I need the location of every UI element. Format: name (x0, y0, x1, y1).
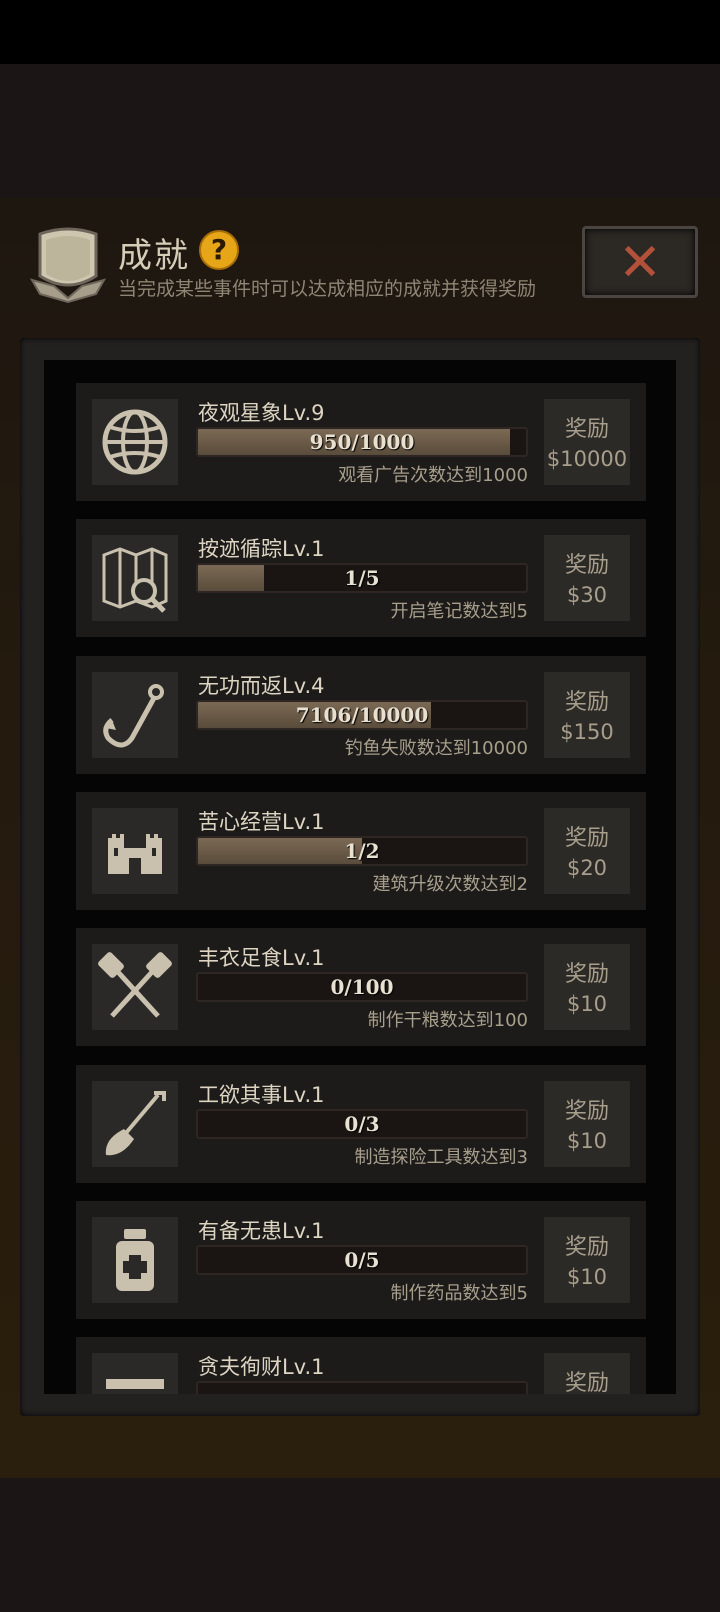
reward-button[interactable]: 奖励 $10000 (544, 399, 630, 485)
reward-value: $10 (566, 1265, 608, 1289)
crossed-spatulas-icon (92, 944, 178, 1030)
achievement-name: 夜观星象Lv.9 (198, 401, 325, 425)
dim-overlay-top (0, 64, 720, 198)
reward-label: 奖励 (564, 553, 609, 578)
reward-button[interactable]: 奖励 $30 (544, 535, 630, 621)
achievement-name: 苦心经营Lv.1 (198, 810, 325, 834)
progress-text: 0/3 (344, 1112, 380, 1136)
progress-bar: 0/100 (196, 972, 528, 1002)
achievements-panel: 成就 ? 当完成某些事件时可以达成相应的成就并获得奖励 ✕ 夜观星象Lv.9 9… (0, 198, 720, 1478)
reward-value: $150 (560, 720, 614, 744)
reward-label: 奖励 (564, 690, 609, 715)
progress-bar: 1/5 (196, 563, 528, 593)
achievement-description: 观看广告次数达到1000 (338, 465, 528, 486)
achievement-card: 按迹循踪Lv.1 1/5 开启笔记数达到5 奖励 $30 (76, 519, 646, 637)
progress-text: 950/1000 (309, 430, 415, 454)
status-bar (0, 0, 720, 64)
achievement-card: 丰衣足食Lv.1 0/100 制作干粮数达到100 奖励 $10 (76, 928, 646, 1046)
globe-icon (92, 399, 178, 485)
achievement-name: 工欲其事Lv.1 (198, 1083, 325, 1107)
reward-value: $20 (566, 856, 608, 880)
progress-text (198, 1383, 526, 1394)
reward-button[interactable]: 奖励 (544, 1353, 630, 1394)
close-icon: ✕ (618, 233, 662, 293)
close-button[interactable]: ✕ (582, 226, 698, 298)
reward-label: 奖励 (564, 826, 609, 851)
achievement-card: 无功而返Lv.4 7106/10000 钓鱼失败数达到10000 奖励 $150 (76, 656, 646, 774)
achievement-description: 钓鱼失败数达到10000 (344, 738, 528, 759)
achievement-description: 制造探险工具数达到3 (354, 1147, 528, 1168)
achievement-description: 建筑升级次数达到2 (372, 874, 528, 895)
achievement-card: 贪夫徇财Lv.1 奖励 (76, 1337, 646, 1394)
reward-value: $30 (566, 583, 608, 607)
reward-label: 奖励 (564, 417, 609, 442)
reward-value: $10000 (546, 447, 628, 471)
progress-text: 0/5 (344, 1248, 380, 1272)
achievement-list-frame: 夜观星象Lv.9 950/1000 观看广告次数达到1000 奖励 $10000… (20, 338, 700, 1416)
achievement-description: 开启笔记数达到5 (390, 601, 528, 622)
page-title: 成就 (118, 236, 190, 276)
achievement-name: 丰衣足食Lv.1 (198, 946, 325, 970)
achievement-card: 夜观星象Lv.9 950/1000 观看广告次数达到1000 奖励 $10000 (76, 383, 646, 501)
reward-label: 奖励 (564, 1235, 609, 1260)
progress-bar: 950/1000 (196, 427, 528, 457)
reward-button[interactable]: 奖励 $150 (544, 672, 630, 758)
badge-emblem-icon (30, 227, 106, 304)
reward-label: 奖励 (564, 1099, 609, 1124)
progress-bar: 7106/10000 (196, 700, 528, 730)
reward-label: 奖励 (564, 962, 609, 987)
reward-value: $10 (566, 992, 608, 1016)
reward-button[interactable]: 奖励 $20 (544, 808, 630, 894)
achievement-description: 制作药品数达到5 (390, 1283, 528, 1304)
map-search-icon (92, 535, 178, 621)
achievement-name: 有备无患Lv.1 (198, 1219, 325, 1243)
reward-label: 奖励 (564, 1371, 609, 1394)
achievement-name: 按迹循踪Lv.1 (198, 537, 325, 561)
shovel-icon (92, 1081, 178, 1167)
progress-bar (196, 1381, 528, 1394)
achievement-name: 贪夫徇财Lv.1 (198, 1355, 325, 1379)
reward-button[interactable]: 奖励 $10 (544, 1081, 630, 1167)
achievement-description: 制作干粮数达到100 (367, 1010, 528, 1031)
reward-button[interactable]: 奖励 $10 (544, 944, 630, 1030)
progress-text: 1/2 (344, 839, 380, 863)
achievement-name: 无功而返Lv.4 (198, 674, 325, 698)
achievement-list[interactable]: 夜观星象Lv.9 950/1000 观看广告次数达到1000 奖励 $10000… (44, 360, 676, 1394)
medicine-bottle-icon (92, 1217, 178, 1303)
chest-icon (92, 1353, 178, 1394)
reward-button[interactable]: 奖励 $10 (544, 1217, 630, 1303)
achievement-card: 苦心经营Lv.1 1/2 建筑升级次数达到2 奖励 $20 (76, 792, 646, 910)
achievement-card: 有备无患Lv.1 0/5 制作药品数达到5 奖励 $10 (76, 1201, 646, 1319)
progress-text: 0/100 (330, 975, 394, 999)
reward-value: $10 (566, 1129, 608, 1153)
page-subtitle: 当完成某些事件时可以达成相应的成就并获得奖励 (118, 278, 537, 300)
achievement-card: 工欲其事Lv.1 0/3 制造探险工具数达到3 奖励 $10 (76, 1065, 646, 1183)
progress-bar: 0/5 (196, 1245, 528, 1275)
progress-bar: 1/2 (196, 836, 528, 866)
dim-overlay-bottom (0, 1478, 720, 1612)
help-icon[interactable]: ? (199, 230, 239, 270)
progress-bar: 0/3 (196, 1109, 528, 1139)
progress-text: 7106/10000 (295, 703, 429, 727)
castle-icon (92, 808, 178, 894)
fishing-hook-icon (92, 672, 178, 758)
progress-text: 1/5 (344, 566, 380, 590)
